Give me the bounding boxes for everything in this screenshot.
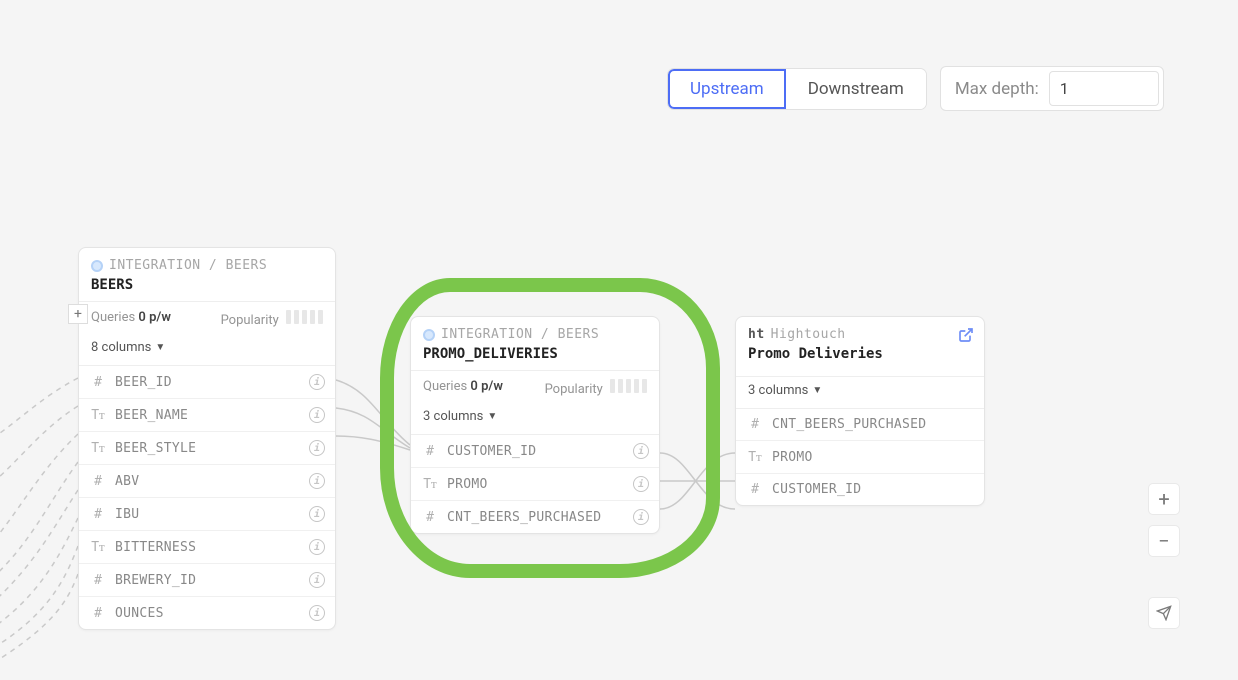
column-row[interactable]: TᴛBITTERNESSi xyxy=(79,530,335,563)
max-depth-label: Max depth: xyxy=(955,79,1039,99)
breadcrumb: INTEGRATION / BEERS xyxy=(109,258,267,273)
lineage-toolbar: Upstream Downstream Max depth: xyxy=(668,66,1164,111)
upstream-button[interactable]: Upstream xyxy=(668,69,786,109)
column-row[interactable]: TᴛBEER_NAMEi xyxy=(79,398,335,431)
node-card-promo-deliveries[interactable]: INTEGRATION / BEERS PROMO_DELIVERIES Que… xyxy=(410,316,660,534)
column-row[interactable]: TᴛPROMO xyxy=(736,440,984,473)
card-title: Promo Deliveries xyxy=(748,346,972,362)
downstream-button[interactable]: Downstream xyxy=(786,69,926,109)
source-badge-icon xyxy=(423,329,435,341)
columns-toggle[interactable]: 3 columns ▼ xyxy=(736,376,984,408)
zoom-in-button[interactable]: + xyxy=(1148,483,1180,515)
max-depth-input[interactable] xyxy=(1049,71,1159,106)
column-row[interactable]: #BEER_IDi xyxy=(79,366,335,398)
info-icon[interactable]: i xyxy=(309,407,325,423)
info-icon[interactable]: i xyxy=(309,539,325,555)
card-title: BEERS xyxy=(91,277,323,293)
max-depth-control: Max depth: xyxy=(940,66,1164,111)
card-title: PROMO_DELIVERIES xyxy=(423,346,647,362)
vendor-name: Hightouch xyxy=(771,327,846,342)
column-row[interactable]: #CUSTOMER_ID xyxy=(736,473,984,505)
direction-segmented-control: Upstream Downstream xyxy=(668,69,926,109)
column-row[interactable]: #OUNCESi xyxy=(79,596,335,629)
columns-summary: 3 columns xyxy=(748,383,808,398)
column-row[interactable]: TᴛPROMOi xyxy=(411,467,659,500)
column-row[interactable]: #IBUi xyxy=(79,497,335,530)
info-icon[interactable]: i xyxy=(633,476,649,492)
node-card-hightouch[interactable]: ht Hightouch Promo Deliveries 3 columns … xyxy=(735,316,985,506)
info-icon[interactable]: i xyxy=(309,374,325,390)
zoom-out-button[interactable]: − xyxy=(1148,525,1180,557)
columns-summary: 8 columns xyxy=(91,340,151,355)
info-icon[interactable]: i xyxy=(309,473,325,489)
external-link-icon[interactable] xyxy=(958,327,974,347)
column-row[interactable]: TᴛBEER_STYLEi xyxy=(79,431,335,464)
column-row[interactable]: #BREWERY_IDi xyxy=(79,563,335,596)
info-icon[interactable]: i xyxy=(633,509,649,525)
locate-button[interactable] xyxy=(1148,597,1180,629)
vendor-abbrev: ht xyxy=(748,327,765,342)
caret-down-icon: ▼ xyxy=(812,385,822,396)
popularity-stat: Popularity xyxy=(545,379,647,397)
caret-down-icon: ▼ xyxy=(487,411,497,422)
node-card-beers[interactable]: + INTEGRATION / BEERS BEERS Queries 0 p/… xyxy=(78,247,336,630)
column-row[interactable]: #CNT_BEERS_PURCHASED xyxy=(736,409,984,440)
column-row[interactable]: #ABVi xyxy=(79,464,335,497)
caret-down-icon: ▼ xyxy=(155,342,165,353)
queries-stat: Queries 0 p/w xyxy=(423,379,503,397)
info-icon[interactable]: i xyxy=(309,440,325,456)
canvas-controls: + − xyxy=(1148,483,1180,629)
columns-toggle[interactable]: 8 columns ▼ xyxy=(79,334,335,365)
queries-stat: Queries 0 p/w xyxy=(91,310,171,328)
column-row[interactable]: #CUSTOMER_IDi xyxy=(411,435,659,467)
column-row[interactable]: #CNT_BEERS_PURCHASEDi xyxy=(411,500,659,533)
info-icon[interactable]: i xyxy=(633,443,649,459)
breadcrumb: INTEGRATION / BEERS xyxy=(441,327,599,342)
popularity-stat: Popularity xyxy=(221,310,323,328)
source-badge-icon xyxy=(91,260,103,272)
info-icon[interactable]: i xyxy=(309,572,325,588)
expand-upstream-button[interactable]: + xyxy=(68,304,88,324)
columns-summary: 3 columns xyxy=(423,409,483,424)
info-icon[interactable]: i xyxy=(309,605,325,621)
columns-toggle[interactable]: 3 columns ▼ xyxy=(411,403,659,434)
info-icon[interactable]: i xyxy=(309,506,325,522)
